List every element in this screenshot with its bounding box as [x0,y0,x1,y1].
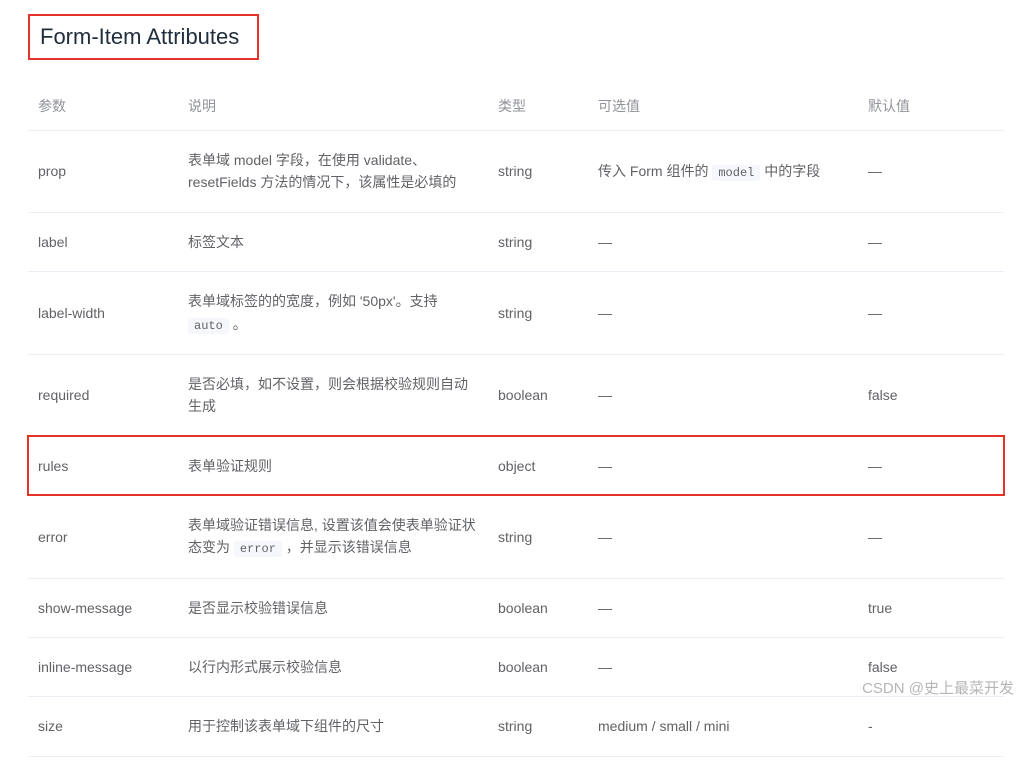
cell-default: true [858,578,1004,637]
watermark: CSDN @史上最菜开发 [862,677,1014,698]
table-row-highlighted: rules 表单验证规则 object — — [28,436,1004,495]
cell-param: required [28,354,178,436]
code-auto: auto [188,318,229,334]
cell-type: string [488,272,588,355]
cell-default: false [858,354,1004,436]
cell-options: — [588,272,858,355]
cell-type: string [488,212,588,271]
section-title-box: Form-Item Attributes [28,14,259,60]
cell-type: boolean [488,578,588,637]
cell-options: — [588,637,858,696]
cell-type: boolean [488,354,588,436]
cell-default: — [858,495,1004,578]
section-title: Form-Item Attributes [40,24,239,50]
cell-type: string [488,131,588,213]
cell-default: — [858,131,1004,213]
cell-desc: 以行内形式展示校验信息 [178,637,488,696]
cell-default: — [858,436,1004,495]
cell-default: — [858,272,1004,355]
cell-param: label-width [28,272,178,355]
cell-options: — [588,212,858,271]
th-param: 参数 [28,82,178,131]
table-row: error 表单域验证错误信息, 设置该值会使表单验证状态变为 error ，并… [28,495,1004,578]
cell-desc: 是否显示校验错误信息 [178,578,488,637]
cell-default: — [858,212,1004,271]
cell-options: — [588,436,858,495]
cell-options: — [588,354,858,436]
th-type: 类型 [488,82,588,131]
cell-desc: 表单验证规则 [178,436,488,495]
th-desc: 说明 [178,82,488,131]
cell-desc: 表单域验证错误信息, 设置该值会使表单验证状态变为 error ，并显示该错误信… [178,495,488,578]
code-error: error [234,541,282,557]
cell-type: boolean [488,637,588,696]
cell-param: prop [28,131,178,213]
cell-options: — [588,495,858,578]
cell-desc: 标签文本 [178,212,488,271]
table-row: required 是否必填，如不设置，则会根据校验规则自动生成 boolean … [28,354,1004,436]
cell-desc: 表单域 model 字段，在使用 validate、resetFields 方法… [178,131,488,213]
cell-desc: 是否必填，如不设置，则会根据校验规则自动生成 [178,354,488,436]
th-options: 可选值 [588,82,858,131]
cell-options: 传入 Form 组件的 model 中的字段 [588,131,858,213]
code-model: model [712,165,760,181]
cell-options: — [588,578,858,637]
cell-type: string [488,495,588,578]
cell-type: object [488,436,588,495]
cell-param: show-message [28,578,178,637]
table-row: label-width 表单域标签的的宽度，例如 '50px'。支持 auto … [28,272,1004,355]
table-row: show-message 是否显示校验错误信息 boolean — true [28,578,1004,637]
table-row: label 标签文本 string — — [28,212,1004,271]
cell-param: label [28,212,178,271]
table-header-row: 参数 说明 类型 可选值 默认值 [28,82,1004,131]
attributes-table: 参数 说明 类型 可选值 默认值 prop 表单域 model 字段，在使用 v… [28,82,1004,757]
cell-param: rules [28,436,178,495]
table-row: inline-message 以行内形式展示校验信息 boolean — fal… [28,637,1004,696]
cell-param: error [28,495,178,578]
th-default: 默认值 [858,82,1004,131]
cell-desc: 表单域标签的的宽度，例如 '50px'。支持 auto 。 [178,272,488,355]
table-row: prop 表单域 model 字段，在使用 validate、resetFiel… [28,131,1004,213]
cell-param: inline-message [28,637,178,696]
